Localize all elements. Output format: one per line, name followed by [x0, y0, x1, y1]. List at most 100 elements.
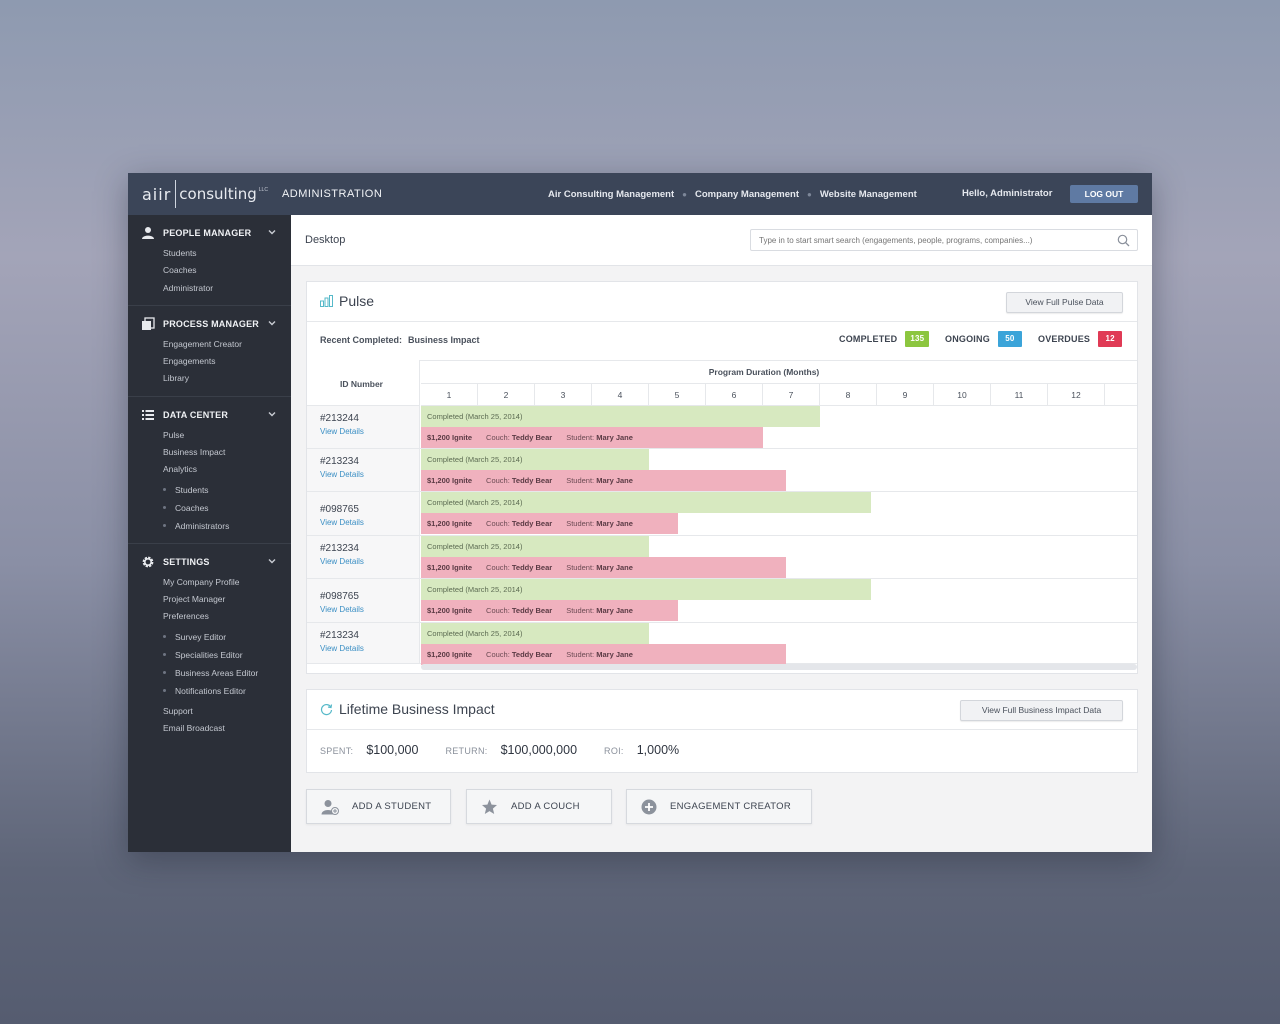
- month-header: 10: [934, 384, 991, 406]
- view-full-pulse-data-button[interactable]: View Full Pulse Data: [1006, 292, 1123, 313]
- sidebar-item-administrator[interactable]: Administrator: [128, 280, 291, 297]
- status-badge: 135: [905, 331, 930, 347]
- sidebar-subitem-notifications-editor[interactable]: Notifications Editor: [128, 682, 291, 700]
- sidebar-item-my-company-profile[interactable]: My Company Profile: [128, 574, 291, 591]
- sidebar-header-people-manager[interactable]: PEOPLE MANAGER: [128, 225, 291, 241]
- logo-suffix: LLC: [258, 187, 268, 193]
- horizontal-scrollbar[interactable]: [421, 664, 1137, 670]
- sidebar-subitem-specialities-editor[interactable]: Specialities Editor: [128, 646, 291, 664]
- completed-bar[interactable]: Completed (March 25, 2014): [421, 406, 820, 427]
- view-details-link[interactable]: View Details: [320, 427, 364, 436]
- sidebar-subitem-business-areas-editor[interactable]: Business Areas Editor: [128, 664, 291, 682]
- sidebar-item-preferences[interactable]: Preferences: [128, 608, 291, 625]
- table-row: #098765 View Details Completed (March 25, …: [307, 579, 1137, 623]
- student-name: Mary Jane: [596, 606, 633, 615]
- stat-overdues: OVERDUES 12: [1038, 331, 1123, 347]
- sidebar-subitem-label: Notifications Editor: [175, 685, 246, 696]
- impact-title-text: Lifetime Business Impact: [339, 701, 495, 717]
- sidebar-header-process-manager[interactable]: PROCESS MANAGER: [128, 316, 291, 332]
- sidebar-item-business-impact[interactable]: Business Impact: [128, 444, 291, 461]
- chevron-down-icon[interactable]: [267, 409, 277, 419]
- engagement-bar[interactable]: $1,200 Ignite Couch: Teddy Bear Student: M…: [421, 557, 786, 578]
- row-id-number: #213234: [320, 543, 359, 554]
- engagement-bar[interactable]: $1,200 Ignite Couch: Teddy Bear Student: M…: [421, 470, 786, 491]
- sidebar-subitem-survey-editor[interactable]: Survey Editor: [128, 628, 291, 646]
- view-full-business-impact-button[interactable]: View Full Business Impact Data: [960, 700, 1123, 721]
- sidebar-item-library[interactable]: Library: [128, 370, 291, 387]
- sidebar-item-pulse[interactable]: Pulse: [128, 427, 291, 444]
- student-label: Student:: [566, 606, 595, 615]
- bar-chart-icon: [320, 295, 333, 307]
- sidebar-subitem-label: Survey Editor: [175, 631, 227, 642]
- sidebar-item-engagement-creator[interactable]: Engagement Creator: [128, 336, 291, 353]
- sidebar-item-students[interactable]: Students: [128, 245, 291, 262]
- recent-value: Business Impact: [408, 335, 480, 345]
- sidebar-subitem-students[interactable]: Students: [128, 481, 291, 499]
- bullet: [163, 635, 166, 639]
- row-timeline: Completed (March 25, 2014) $1,200 Ignite C…: [421, 449, 1137, 491]
- view-details-link[interactable]: View Details: [320, 605, 364, 614]
- table-row: #213234 View Details Completed (March 25, …: [307, 623, 1137, 665]
- engagement-bar[interactable]: $1,200 Ignite Couch: Teddy Bear Student: M…: [421, 513, 678, 534]
- completed-bar[interactable]: Completed (March 25, 2014): [421, 492, 872, 513]
- divider: [307, 729, 1137, 730]
- view-details-link[interactable]: View Details: [320, 557, 364, 566]
- sidebar-section-label: PROCESS MANAGER: [163, 318, 260, 329]
- completed-bar[interactable]: Completed (March 25, 2014): [421, 623, 649, 644]
- logo-divider: [175, 180, 177, 208]
- chevron-down-icon[interactable]: [267, 318, 277, 328]
- month-header: 3: [535, 384, 592, 406]
- search-input[interactable]: [750, 229, 1138, 251]
- engagement-bar[interactable]: $1,200 Ignite Couch: Teddy Bear Student: M…: [421, 600, 678, 621]
- sidebar-subitem-administrators[interactable]: Administrators: [128, 517, 291, 535]
- impact-values: SPENT: $100,000 RETURN: $100,000,000 ROI…: [320, 743, 706, 757]
- sidebar-subitem-coaches[interactable]: Coaches: [128, 499, 291, 517]
- view-details-link[interactable]: View Details: [320, 644, 364, 653]
- add-couch-button[interactable]: ADD A COUCH: [466, 789, 612, 824]
- sidebar-item-project-manager[interactable]: Project Manager: [128, 591, 291, 608]
- logout-button[interactable]: LOG OUT: [1070, 185, 1138, 203]
- sidebar-subitem-label: Administrators: [175, 520, 230, 531]
- completed-bar-label: Completed (March 25, 2014): [427, 412, 523, 421]
- engagement-creator-button[interactable]: ENGAGEMENT CREATOR: [626, 789, 812, 824]
- pulse-card: Pulse View Full Pulse Data Recent Comple…: [306, 281, 1138, 674]
- table-row: #213244 View Details Completed (March 25, …: [307, 406, 1137, 449]
- sidebar-header-settings[interactable]: SETTINGS: [128, 554, 291, 570]
- sidebar-item-analytics[interactable]: Analytics: [128, 461, 291, 478]
- month-header: 4: [592, 384, 649, 406]
- month-header: 8: [820, 384, 877, 406]
- nav-link-air-consulting[interactable]: Air Consulting Management: [548, 189, 674, 200]
- nav-link-website-management[interactable]: Website Management: [820, 189, 917, 200]
- bullet: [163, 653, 166, 657]
- stat-label: COMPLETED: [839, 334, 898, 344]
- add-student-button[interactable]: ADD A STUDENT: [306, 789, 451, 824]
- sidebar-header-data-center[interactable]: DATA CENTER: [128, 407, 291, 423]
- view-details-link[interactable]: View Details: [320, 518, 364, 527]
- gear-icon: [142, 556, 154, 568]
- student-name: Mary Jane: [596, 650, 633, 659]
- search-icon[interactable]: [1117, 234, 1130, 247]
- sidebar-item-engagements[interactable]: Engagements: [128, 353, 291, 370]
- month-header: 6: [706, 384, 763, 406]
- engagement-amount: $1,200 Ignite: [427, 606, 473, 615]
- nav-link-company-management[interactable]: Company Management: [695, 189, 799, 200]
- sidebar-item-email-broadcast[interactable]: Email Broadcast: [128, 720, 291, 737]
- top-nav: Air Consulting Management ● Company Mana…: [548, 173, 917, 215]
- completed-bar[interactable]: Completed (March 25, 2014): [421, 536, 649, 557]
- chevron-down-icon[interactable]: [267, 227, 277, 237]
- sidebar-item-coaches[interactable]: Coaches: [128, 262, 291, 279]
- sidebar-item-support[interactable]: Support: [128, 703, 291, 720]
- row-id-number: #213234: [320, 630, 359, 641]
- view-details-link[interactable]: View Details: [320, 470, 364, 479]
- spent-value: $100,000: [366, 743, 419, 757]
- logo[interactable]: aiir consulting LLC: [142, 173, 268, 215]
- couch-label: Couch:: [486, 476, 510, 485]
- completed-bar[interactable]: Completed (March 25, 2014): [421, 449, 649, 470]
- couch-label: Couch:: [486, 563, 510, 572]
- engagement-bar[interactable]: $1,200 Ignite Couch: Teddy Bear Student: M…: [421, 427, 763, 448]
- chevron-down-icon[interactable]: [267, 556, 277, 566]
- engagement-bar[interactable]: $1,200 Ignite Couch: Teddy Bear Student: M…: [421, 644, 786, 665]
- status-badge: 12: [1098, 331, 1123, 347]
- completed-bar[interactable]: Completed (March 25, 2014): [421, 579, 872, 600]
- recent-label: Recent Completed:: [320, 335, 403, 345]
